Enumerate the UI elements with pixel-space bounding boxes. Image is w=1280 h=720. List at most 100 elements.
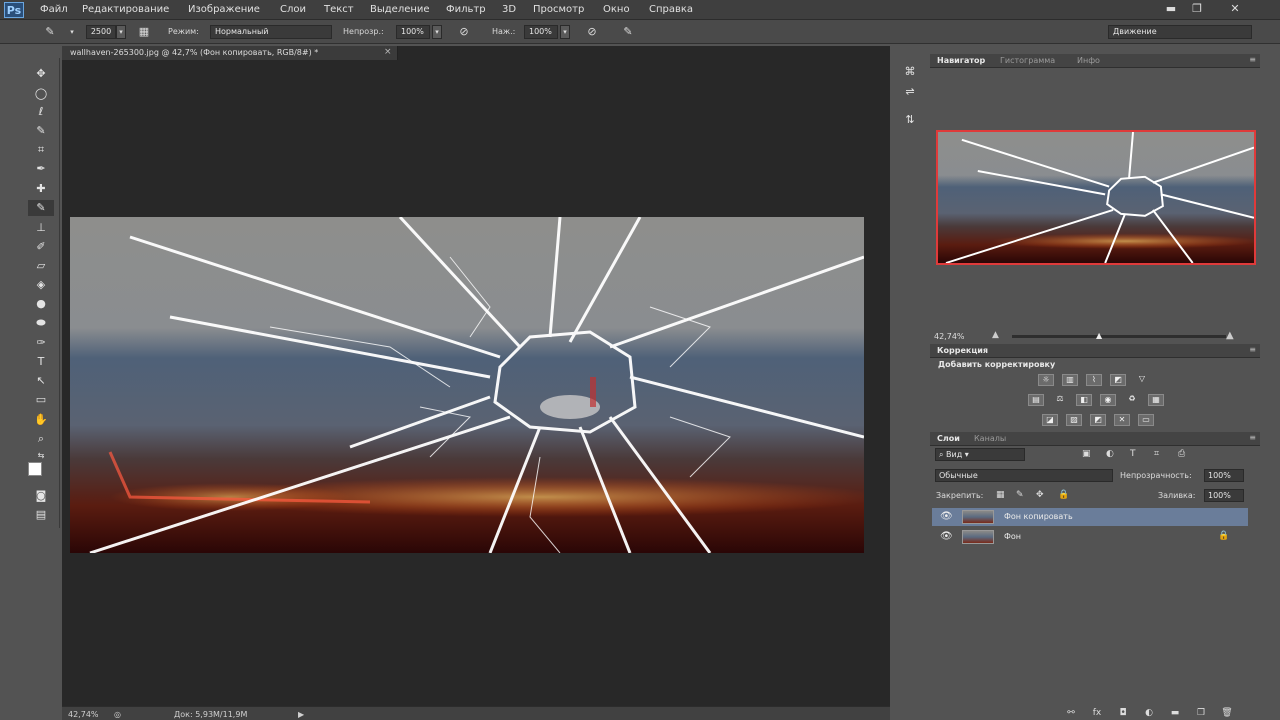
gradient-map-icon[interactable]: ▭ [1138,414,1154,426]
brush-panel-icon[interactable]: ▦ [136,25,152,39]
zoom-in-icon[interactable]: ▲ [1226,330,1234,341]
menu-3d[interactable]: 3D [502,4,516,15]
eyedropper-icon[interactable]: ✒ [28,161,54,177]
curves-icon[interactable]: ⌇ [1086,374,1102,386]
zoom-slider-handle[interactable]: ▲ [1096,331,1102,340]
layer-name[interactable]: Фон копировать [1004,512,1073,521]
levels-icon[interactable]: ▥ [1062,374,1078,386]
restore-button[interactable]: ❐ [1188,2,1206,16]
eraser-icon[interactable]: ▱ [28,258,54,274]
threshold-icon[interactable]: ◩ [1090,414,1106,426]
menu-edit[interactable]: Редактирование [82,4,169,15]
black-white-icon[interactable]: ◧ [1076,394,1092,406]
crop-icon[interactable]: ⌗ [28,142,54,158]
layer-name[interactable]: Фон [1004,532,1021,541]
move-tool-icon[interactable]: ✥ [28,66,54,82]
photo-filter-icon[interactable]: ◉ [1100,394,1116,406]
brush-size-field[interactable]: 2500 [86,25,116,39]
pressure-size-icon[interactable]: ✎ [620,25,636,39]
layer-style-icon[interactable]: fx [1090,708,1104,720]
navigator-zoom[interactable]: 42,74% [934,332,965,341]
pen-icon[interactable]: ✑ [28,335,54,351]
new-layer-icon[interactable]: ❐ [1194,708,1208,720]
status-menu-arrow[interactable]: ▶ [298,710,304,719]
history-panel-icon[interactable]: ⌘ [897,64,923,80]
hue-saturation-icon[interactable]: ▤ [1028,394,1044,406]
new-group-icon[interactable]: ▬ [1168,708,1182,720]
layer-opacity-field[interactable]: 100% [1204,469,1244,482]
minimize-button[interactable]: ▬ [1162,2,1180,16]
panel-menu-icon[interactable]: ≡ [1249,55,1256,64]
quick-mask-icon[interactable]: ◙ [28,488,54,504]
screen-mode-icon[interactable]: ▤ [28,507,54,523]
fill-field[interactable]: 100% [1204,489,1244,502]
visibility-eye-icon[interactable]: 👁 [940,531,953,542]
brush-settings-icon[interactable]: ⇌ [897,84,923,100]
menu-select[interactable]: Выделение [370,4,430,15]
healing-brush-icon[interactable]: ✚ [28,181,54,197]
actions-panel-icon[interactable]: ⇅ [897,112,923,128]
menu-help[interactable]: Справка [649,4,693,15]
lasso-icon[interactable]: ℓ [28,104,54,120]
layer-row[interactable]: 👁 Фон копировать [932,508,1248,526]
tab-channels[interactable]: Каналы [974,434,1006,443]
dodge-icon[interactable]: ⬬ [28,315,54,331]
lock-position-icon[interactable]: ✥ [1036,490,1044,500]
tab-histogram[interactable]: Гистограмма [1000,56,1055,65]
hand-icon[interactable]: ✋ [28,412,54,428]
brightness-contrast-icon[interactable]: ☼ [1038,374,1054,386]
workspace-select[interactable]: Движение [1108,25,1252,39]
zoom-slider[interactable] [1012,335,1226,338]
foreground-color-swatch[interactable] [28,462,42,476]
new-adjustment-layer-icon[interactable]: ◐ [1142,708,1156,720]
visibility-eye-icon[interactable]: 👁 [940,511,953,522]
flow-field[interactable]: 100% [524,25,558,39]
dropdown-arrow-icon[interactable]: ▾ [64,25,80,39]
vibrance-icon[interactable]: ▽ [1134,374,1150,386]
menu-image[interactable]: Изображение [188,4,260,15]
menu-view[interactable]: Просмотр [533,4,584,15]
rectangle-shape-icon[interactable]: ▭ [28,392,54,408]
close-window-button[interactable]: ✕ [1226,2,1244,16]
airbrush-icon[interactable]: ⊘ [584,25,600,39]
layer-kind-filter[interactable]: ⌕ Вид ▾ [935,448,1025,461]
zoom-out-icon[interactable]: ▲ [992,330,999,340]
tab-adjustments[interactable]: Коррекция [937,346,988,355]
mode-select[interactable]: Нормальный [210,25,332,39]
status-icon[interactable]: ◎ [114,710,121,719]
blend-mode-select[interactable]: Обычные [935,469,1113,482]
canvas-image[interactable] [70,217,864,553]
color-lookup-icon[interactable]: ▦ [1148,394,1164,406]
delete-layer-icon[interactable]: 🗑 [1220,708,1234,720]
color-balance-icon[interactable]: ⚖ [1052,394,1068,406]
filter-image-icon[interactable]: ▣ [1082,449,1091,459]
paint-bucket-icon[interactable]: ◈ [28,277,54,293]
history-brush-icon[interactable]: ✐ [28,239,54,255]
navigator-preview[interactable] [936,130,1256,265]
blur-icon[interactable]: ● [28,296,54,312]
pressure-opacity-icon[interactable]: ⊘ [456,25,472,39]
lock-pixels-icon[interactable]: ✎ [1016,490,1024,500]
tab-info[interactable]: Инфо [1077,56,1100,65]
flow-dropdown[interactable]: ▾ [560,25,570,39]
exposure-icon[interactable]: ◩ [1110,374,1126,386]
selective-color-icon[interactable]: ✕ [1114,414,1130,426]
type-tool-icon[interactable]: T [28,354,54,370]
menu-layers[interactable]: Слои [280,4,306,15]
link-layers-icon[interactable]: ⚯ [1064,708,1078,720]
filter-type-icon[interactable]: T [1130,449,1136,459]
menu-text[interactable]: Текст [324,4,354,15]
filter-smart-object-icon[interactable]: ⎙ [1178,449,1185,459]
close-document-icon[interactable]: × [384,47,392,57]
menu-filter[interactable]: Фильтр [446,4,486,15]
status-zoom[interactable]: 42,74% [68,710,99,719]
ellipse-marquee-icon[interactable]: ◯ [28,86,54,102]
posterize-icon[interactable]: ▨ [1066,414,1082,426]
brush-icon[interactable]: ✎ [28,200,54,216]
zoom-icon[interactable]: ⌕ [28,431,54,447]
layer-row[interactable]: 👁 Фон 🔒 [932,528,1248,546]
brush-tool-icon[interactable]: ✎ [42,25,58,39]
filter-adjustment-icon[interactable]: ◐ [1106,449,1114,459]
tab-layers[interactable]: Слои [937,434,960,443]
opacity-field[interactable]: 100% [396,25,430,39]
